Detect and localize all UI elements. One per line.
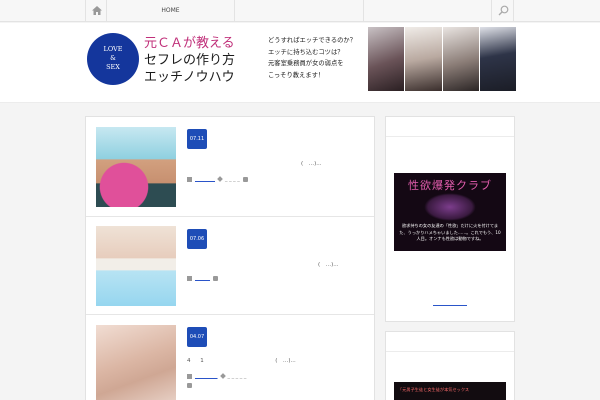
site-title-line-1: 元ＣＡが教える [144,36,235,51]
post-date-badge: 04.07 [187,327,207,347]
post-item: 04.07 4 1 ( …)... _________ _ _ _ _ _ [86,315,374,400]
post-meta: ________ _ _ _ _ [187,176,248,182]
widget-header [386,117,514,137]
header-photo [479,27,516,91]
sidebar-widget: 「元男子生徒と女生徒が本気セックス [385,331,515,400]
post-excerpt: ( …)... [301,159,322,167]
banner-art [424,193,476,221]
header-photo-strip [368,27,516,91]
banner-text: 「元男子生徒と女生徒が本気セックス [398,387,470,392]
excerpt-text: ( …)... [301,161,322,167]
sidebar-banner[interactable]: 「元男子生徒と女生徒が本気セックス [394,382,506,400]
tag-link[interactable]: _ _ _ _ [225,176,240,182]
site-header: LOVE & SEX 元ＣＡが教える セフレの作り方 エッチノウハウ どうすれば… [0,23,600,103]
top-navigation: HOME [0,0,600,22]
site-tagline: どうすればエッチできるのか？ エッチに持ち込むコツは？ 元客室乗務員が女の弱点を… [268,35,368,81]
post-excerpt: ( …)... [318,260,339,268]
tagline-line: 元客室乗務員が女の弱点を [268,60,344,67]
tagline-line: どうすればエッチできるのか？ [268,37,357,44]
search-button[interactable] [492,0,514,22]
category-icon [187,275,192,281]
logo-line-2: & [110,54,116,62]
excerpt-text: ( …)... [318,262,339,268]
comment-icon [187,383,192,388]
comment-icon [242,176,248,182]
category-icon [187,176,192,182]
excerpt-text: ( …)... [275,358,296,364]
tagline-line: エッチに持ち込むコツは？ [268,48,344,56]
nav-home-link[interactable]: HOME [107,0,235,22]
home-icon [92,6,102,15]
category-link[interactable]: ______ [195,275,210,281]
post-date-badge: 07.11 [187,129,207,149]
excerpt-prefix: 4 1 [187,358,208,364]
sidebar-link[interactable] [433,305,467,306]
header-photo [368,27,406,91]
site-logo[interactable]: LOVE & SEX [87,33,139,85]
post-thumbnail[interactable] [96,226,176,306]
tag-link[interactable]: _ _ _ _ _ [228,373,247,379]
search-icon [498,5,509,16]
category-link[interactable]: _________ [195,373,218,379]
banner-text: 欲求持ちの女の友達の「性欲」だけに火を付けてまた、うっかりハメちゃいました……。… [399,223,501,241]
sidebar-widget: 性欲爆発クラブ 欲求持ちの女の友達の「性欲」だけに火を付けてまた、うっかりハメち… [385,116,515,322]
post-thumbnail[interactable] [96,127,176,207]
post-list: 07.11 ( …)... ________ _ _ _ _ 07.06 ( …… [85,116,375,400]
widget-header [386,332,514,352]
home-button[interactable] [85,0,107,22]
header-photo [405,27,443,91]
logo-line-1: LOVE [103,45,123,53]
comment-icon [213,275,218,281]
post-thumbnail[interactable] [96,325,176,400]
post-date-badge: 07.06 [187,229,207,249]
post-excerpt: 4 1 ( …)... [187,356,296,364]
tag-icon [219,373,226,379]
logo-line-3: SEX [106,63,120,71]
tag-icon [217,176,223,182]
site-title-line-2: セフレの作り方 [144,53,236,68]
header-photo [442,27,480,91]
site-title-line-3: エッチノウハウ [144,70,235,85]
banner-title: 性欲爆発クラブ [408,179,492,192]
site-title[interactable]: 元ＣＡが教える セフレの作り方 エッチノウハウ [144,35,264,86]
tagline-line: こっそり教えます！ [268,71,325,79]
sidebar-banner[interactable]: 性欲爆発クラブ 欲求持ちの女の友達の「性欲」だけに火を付けてまた、うっかりハメち… [394,173,506,251]
nav-item-2[interactable] [235,0,364,22]
nav-item-3[interactable] [364,0,492,22]
category-link[interactable]: ________ [195,176,215,182]
post-item: 07.11 ( …)... ________ _ _ _ _ [86,117,374,217]
category-icon [187,373,192,379]
post-meta: ______ [187,275,218,281]
post-meta: _________ _ _ _ _ _ [187,373,246,379]
post-item: 07.06 ( …)... ______ [86,217,374,315]
post-meta-comments [187,383,192,388]
